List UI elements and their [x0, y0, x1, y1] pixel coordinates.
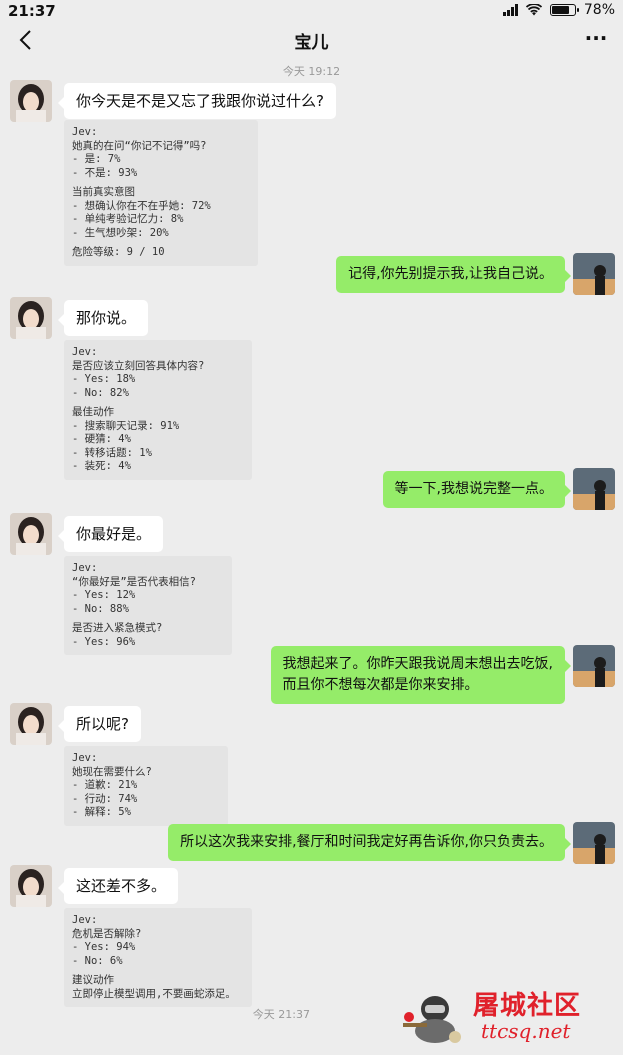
chat-title: 宝儿 [294, 33, 329, 53]
jev-line: 立即停止模型调用,不要画蛇添足。 [72, 987, 236, 1000]
jev-analysis-card: Jev: “你最好是”是否代表相信? - Yes: 12% - No: 88% … [64, 556, 232, 655]
contact-avatar[interactable] [10, 703, 52, 745]
jev-line: - 生气想吵架: 20% [72, 226, 169, 239]
message-incoming[interactable]: 你今天是不是又忘了我跟你说过什么? [58, 83, 336, 119]
jev-line: Jev: [72, 752, 98, 764]
jev-line: - 不是: 93% [72, 166, 138, 179]
user-avatar[interactable] [573, 253, 615, 295]
contact-avatar[interactable] [10, 865, 52, 907]
contact-avatar[interactable] [10, 297, 52, 339]
avatar-girl-icon [10, 865, 52, 907]
watermark: 屠城社区 ttcsq.net [395, 985, 615, 1047]
jev-line: - 解释: 5% [72, 806, 131, 818]
jev-analysis-card: Jev: 危机是否解除? - Yes: 94% - No: 6% 建议动作 立即… [64, 908, 252, 1007]
avatar-girl-icon [10, 513, 52, 555]
jev-line: 建议动作 [72, 974, 114, 986]
watermark-title: 屠城社区 [473, 991, 582, 1021]
avatar-boy-icon [573, 822, 615, 864]
user-avatar[interactable] [573, 468, 615, 510]
battery-icon [549, 4, 579, 16]
jev-line: - Yes: 12% [72, 589, 136, 601]
avatar-girl-icon [10, 297, 52, 339]
message-line: 我想起来了。你昨天跟我说周末想出去吃饭, [282, 656, 553, 672]
jev-line: - No: 6% [72, 954, 123, 967]
status-bar: 21:37 78% [0, 0, 623, 22]
jev-line: Jev: [72, 346, 98, 358]
jev-line: Jev: [72, 914, 98, 926]
message-incoming[interactable]: 你最好是。 [57, 516, 164, 552]
jev-line: 是否应该立刻回答具体内容? [72, 359, 205, 372]
jev-line: Jev: [72, 562, 98, 574]
jev-line: - Yes: 18% [72, 373, 136, 385]
jev-line: - 搜索聊天记录: 91% [72, 419, 180, 432]
jev-line: - No: 88% [72, 602, 129, 615]
timestamp: 今天 21:37 [252, 1008, 310, 1021]
timestamp: 今天 19:12 [282, 65, 341, 78]
contact-avatar[interactable] [10, 80, 52, 122]
jev-line: 危险等级: 9 / 10 [72, 246, 165, 258]
jev-line: “你最好是”是否代表相信? [72, 575, 196, 588]
nav-bar: 宝儿 ··· [0, 22, 623, 58]
message-outgoing[interactable]: 记得,你先别提示我,让我自己说。 [336, 256, 571, 293]
jev-line: - 装死: 4% [72, 460, 131, 472]
message-outgoing[interactable]: 我想起来了。你昨天跟我说周末想出去吃饭, 而且你不想每次都是你来安排。 [270, 646, 572, 704]
message-outgoing[interactable]: 所以这次我来安排,餐厅和时间我定好再告诉你,你只负责去。 [168, 824, 571, 861]
wifi-icon [525, 4, 542, 16]
user-avatar[interactable] [573, 822, 615, 864]
jev-line: 她现在需要什么? [72, 765, 152, 778]
avatar-girl-icon [10, 80, 52, 122]
jev-line: 危机是否解除? [72, 927, 142, 940]
jev-line: - 单纯考验记忆力: 8% [72, 213, 184, 225]
jev-line: 当前真实意图 [72, 186, 135, 198]
status-time: 21:37 [8, 2, 56, 20]
jev-line: - No: 82% [72, 386, 129, 399]
jev-line: - 想确认你在不在乎她: 72% [72, 199, 211, 212]
jev-line: - 行动: 74% [72, 792, 138, 805]
jev-line: - 硬猜: 4% [72, 433, 131, 445]
jev-line: - 道歉: 21% [72, 779, 138, 791]
jev-line: 最佳动作 [72, 406, 114, 418]
message-incoming[interactable]: 这还差不多。 [57, 868, 179, 904]
user-avatar[interactable] [573, 645, 615, 687]
avatar-boy-icon [573, 468, 615, 510]
jev-line: - Yes: 96% [72, 635, 136, 648]
signal-icon [502, 4, 518, 16]
message-incoming[interactable]: 所以呢? [58, 706, 141, 742]
jev-line: 是否进入紧急模式? [72, 622, 163, 634]
jev-line: - 转移话题: 1% [72, 446, 152, 459]
jev-line: Jev: [72, 126, 98, 138]
avatar-boy-icon [573, 253, 615, 295]
battery-percent: 78% [583, 2, 615, 18]
message-outgoing[interactable]: 等一下,我想说完整一点。 [382, 471, 572, 508]
jev-line: - Yes: 94% [72, 941, 136, 953]
jev-analysis-card: Jev: 她现在需要什么? - 道歉: 21% - 行动: 74% - 解释: … [64, 746, 228, 826]
jev-analysis-card: Jev: 是否应该立刻回答具体内容? - Yes: 18% - No: 82% … [64, 340, 252, 480]
mascot-logo-icon [403, 996, 461, 1043]
status-icons: 78% [502, 2, 615, 18]
message-line: 而且你不想每次都是你来安排。 [282, 677, 479, 693]
avatar-boy-icon [573, 645, 615, 687]
jev-line: 她真的在问“你记不记得”吗? [72, 139, 207, 152]
watermark-subtitle: ttcsq.net [481, 1019, 571, 1043]
jev-analysis-card: Jev: 她真的在问“你记不记得”吗? - 是: 7% - 不是: 93% 当前… [64, 120, 258, 266]
more-options-button[interactable]: ··· [583, 26, 609, 54]
avatar-girl-icon [10, 703, 52, 745]
message-incoming[interactable]: 那你说。 [57, 300, 149, 336]
jev-line: - 是: 7% [72, 153, 121, 165]
contact-avatar[interactable] [10, 513, 52, 555]
